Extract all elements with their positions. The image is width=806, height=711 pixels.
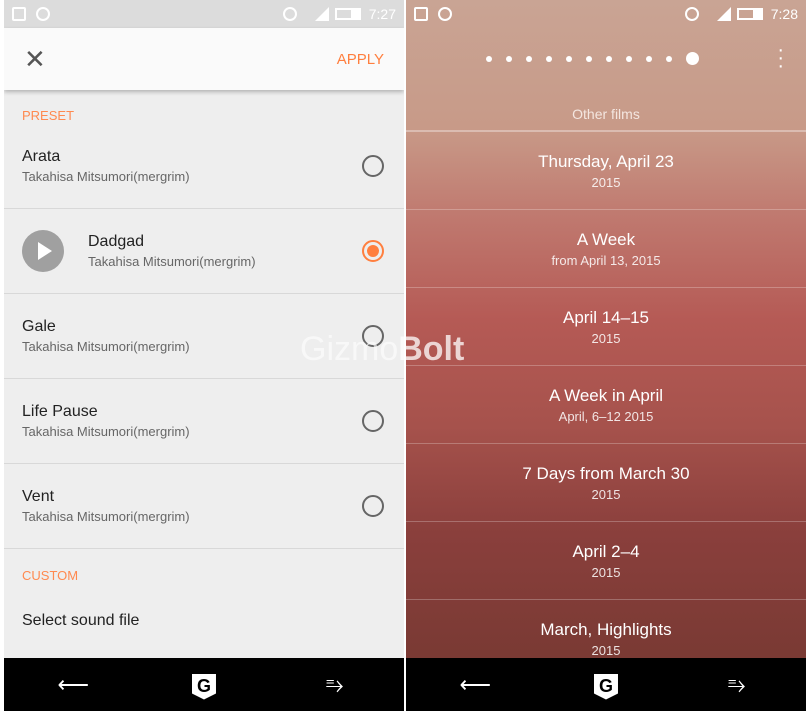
close-icon[interactable]: ✕ bbox=[24, 44, 46, 75]
film-title: 7 Days from March 30 bbox=[522, 464, 690, 483]
film-item[interactable]: A Week in April April, 6–12 2015 bbox=[406, 366, 806, 444]
battery-icon bbox=[736, 8, 763, 20]
preset-item[interactable]: Dadgad Takahisa Mitsumori(mergrim) bbox=[4, 209, 404, 294]
film-title: March, Highlights bbox=[540, 620, 672, 639]
home-icon[interactable]: G bbox=[593, 674, 618, 700]
film-title: April 14–15 bbox=[562, 308, 649, 327]
film-title: Thursday, April 23 bbox=[538, 152, 674, 171]
film-title: A Week in April bbox=[548, 386, 664, 405]
film-subtitle: 2015 bbox=[591, 487, 621, 502]
page-dot[interactable] bbox=[606, 55, 612, 62]
film-item[interactable]: April 14–15 2015 bbox=[406, 288, 806, 366]
preset-title: Dadgad bbox=[88, 233, 145, 250]
recents-icon[interactable]: ⥱ bbox=[717, 672, 757, 698]
select-sound-file[interactable]: Select sound file bbox=[4, 584, 404, 658]
recents-icon[interactable]: ⥱ bbox=[315, 672, 355, 698]
preset-item[interactable]: Vent Takahisa Mitsumori(mergrim) bbox=[4, 464, 404, 549]
preset-title: Arata bbox=[22, 148, 61, 165]
play-icon[interactable] bbox=[22, 230, 64, 272]
page-dot[interactable] bbox=[506, 55, 512, 62]
preset-item[interactable]: Life Pause Takahisa Mitsumori(mergrim) bbox=[4, 379, 404, 464]
film-item[interactable]: 7 Days from March 30 2015 bbox=[406, 444, 806, 522]
film-subtitle: from April 13, 2015 bbox=[551, 253, 661, 268]
film-subtitle: 2015 bbox=[591, 175, 621, 190]
page-dot[interactable] bbox=[486, 55, 492, 62]
film-subtitle: 2015 bbox=[591, 331, 621, 346]
preset-header: PRESET bbox=[22, 108, 75, 123]
preset-artist: Takahisa Mitsumori(mergrim) bbox=[22, 169, 190, 184]
film-item[interactable]: Thursday, April 23 2015 bbox=[406, 132, 806, 210]
films-screen: 7:28 · · · Other films Thursday, April 23 2… bbox=[406, 0, 806, 711]
page-dot[interactable] bbox=[566, 55, 572, 62]
page-indicator[interactable] bbox=[486, 52, 699, 65]
film-subtitle: April, 6–12 2015 bbox=[558, 409, 654, 424]
film-item[interactable]: April 2–4 2015 bbox=[406, 522, 806, 600]
film-title: A Week bbox=[576, 230, 636, 249]
apply-button[interactable]: APPLY bbox=[337, 51, 384, 68]
back-icon[interactable]: ⟵ bbox=[455, 672, 495, 698]
do-not-disturb-icon bbox=[282, 7, 297, 21]
back-icon[interactable]: ⟵ bbox=[53, 672, 93, 698]
status-bar: 7:28 bbox=[406, 0, 806, 28]
preset-artist: Takahisa Mitsumori(mergrim) bbox=[22, 509, 190, 524]
status-time: 7:27 bbox=[368, 6, 396, 22]
preset-artist: Takahisa Mitsumori(mergrim) bbox=[88, 254, 256, 269]
preset-radio[interactable] bbox=[362, 495, 384, 517]
page-dot[interactable] bbox=[546, 55, 552, 62]
gallery-icon bbox=[414, 7, 428, 21]
battery-icon bbox=[334, 8, 361, 20]
page-dot[interactable] bbox=[646, 55, 652, 62]
other-films-label: Other films bbox=[406, 106, 806, 132]
network-icon bbox=[36, 7, 50, 21]
preset-radio[interactable] bbox=[362, 410, 384, 432]
page-dot[interactable] bbox=[626, 55, 632, 62]
preset-title: Life Pause bbox=[22, 403, 98, 420]
gallery-icon bbox=[12, 7, 26, 21]
film-title: April 2–4 bbox=[572, 542, 640, 561]
film-item[interactable]: A Week from April 13, 2015 bbox=[406, 210, 806, 288]
do-not-disturb-icon bbox=[684, 7, 699, 21]
more-options-icon[interactable]: · · · bbox=[777, 40, 784, 76]
page-dot[interactable] bbox=[526, 55, 532, 62]
page-dot[interactable] bbox=[586, 55, 592, 62]
home-icon[interactable]: G bbox=[191, 674, 216, 700]
signal-icon bbox=[716, 7, 731, 21]
preset-radio[interactable] bbox=[362, 240, 384, 262]
preset-radio[interactable] bbox=[362, 155, 384, 177]
nav-bar: ⟵ G ⥱ bbox=[4, 658, 404, 711]
watermark-logo: GizmoBolt bbox=[300, 330, 465, 368]
toolbar: ✕ APPLY bbox=[4, 28, 404, 90]
film-subtitle: 2015 bbox=[591, 565, 621, 580]
page-dot[interactable] bbox=[686, 52, 699, 65]
network-icon bbox=[438, 7, 452, 21]
signal-icon bbox=[314, 7, 329, 21]
preset-artist: Takahisa Mitsumori(mergrim) bbox=[22, 424, 190, 439]
page-dot[interactable] bbox=[666, 55, 672, 62]
film-subtitle: 2015 bbox=[591, 643, 621, 658]
preset-item[interactable]: Arata Takahisa Mitsumori(mergrim) bbox=[4, 124, 404, 209]
status-bar: 7:27 bbox=[4, 0, 404, 28]
select-sound-label: Select sound file bbox=[22, 612, 140, 629]
status-time: 7:28 bbox=[770, 6, 798, 22]
nav-bar: ⟵ G ⥱ bbox=[406, 658, 806, 711]
custom-header: CUSTOM bbox=[22, 568, 79, 583]
preset-title: Vent bbox=[22, 488, 55, 505]
